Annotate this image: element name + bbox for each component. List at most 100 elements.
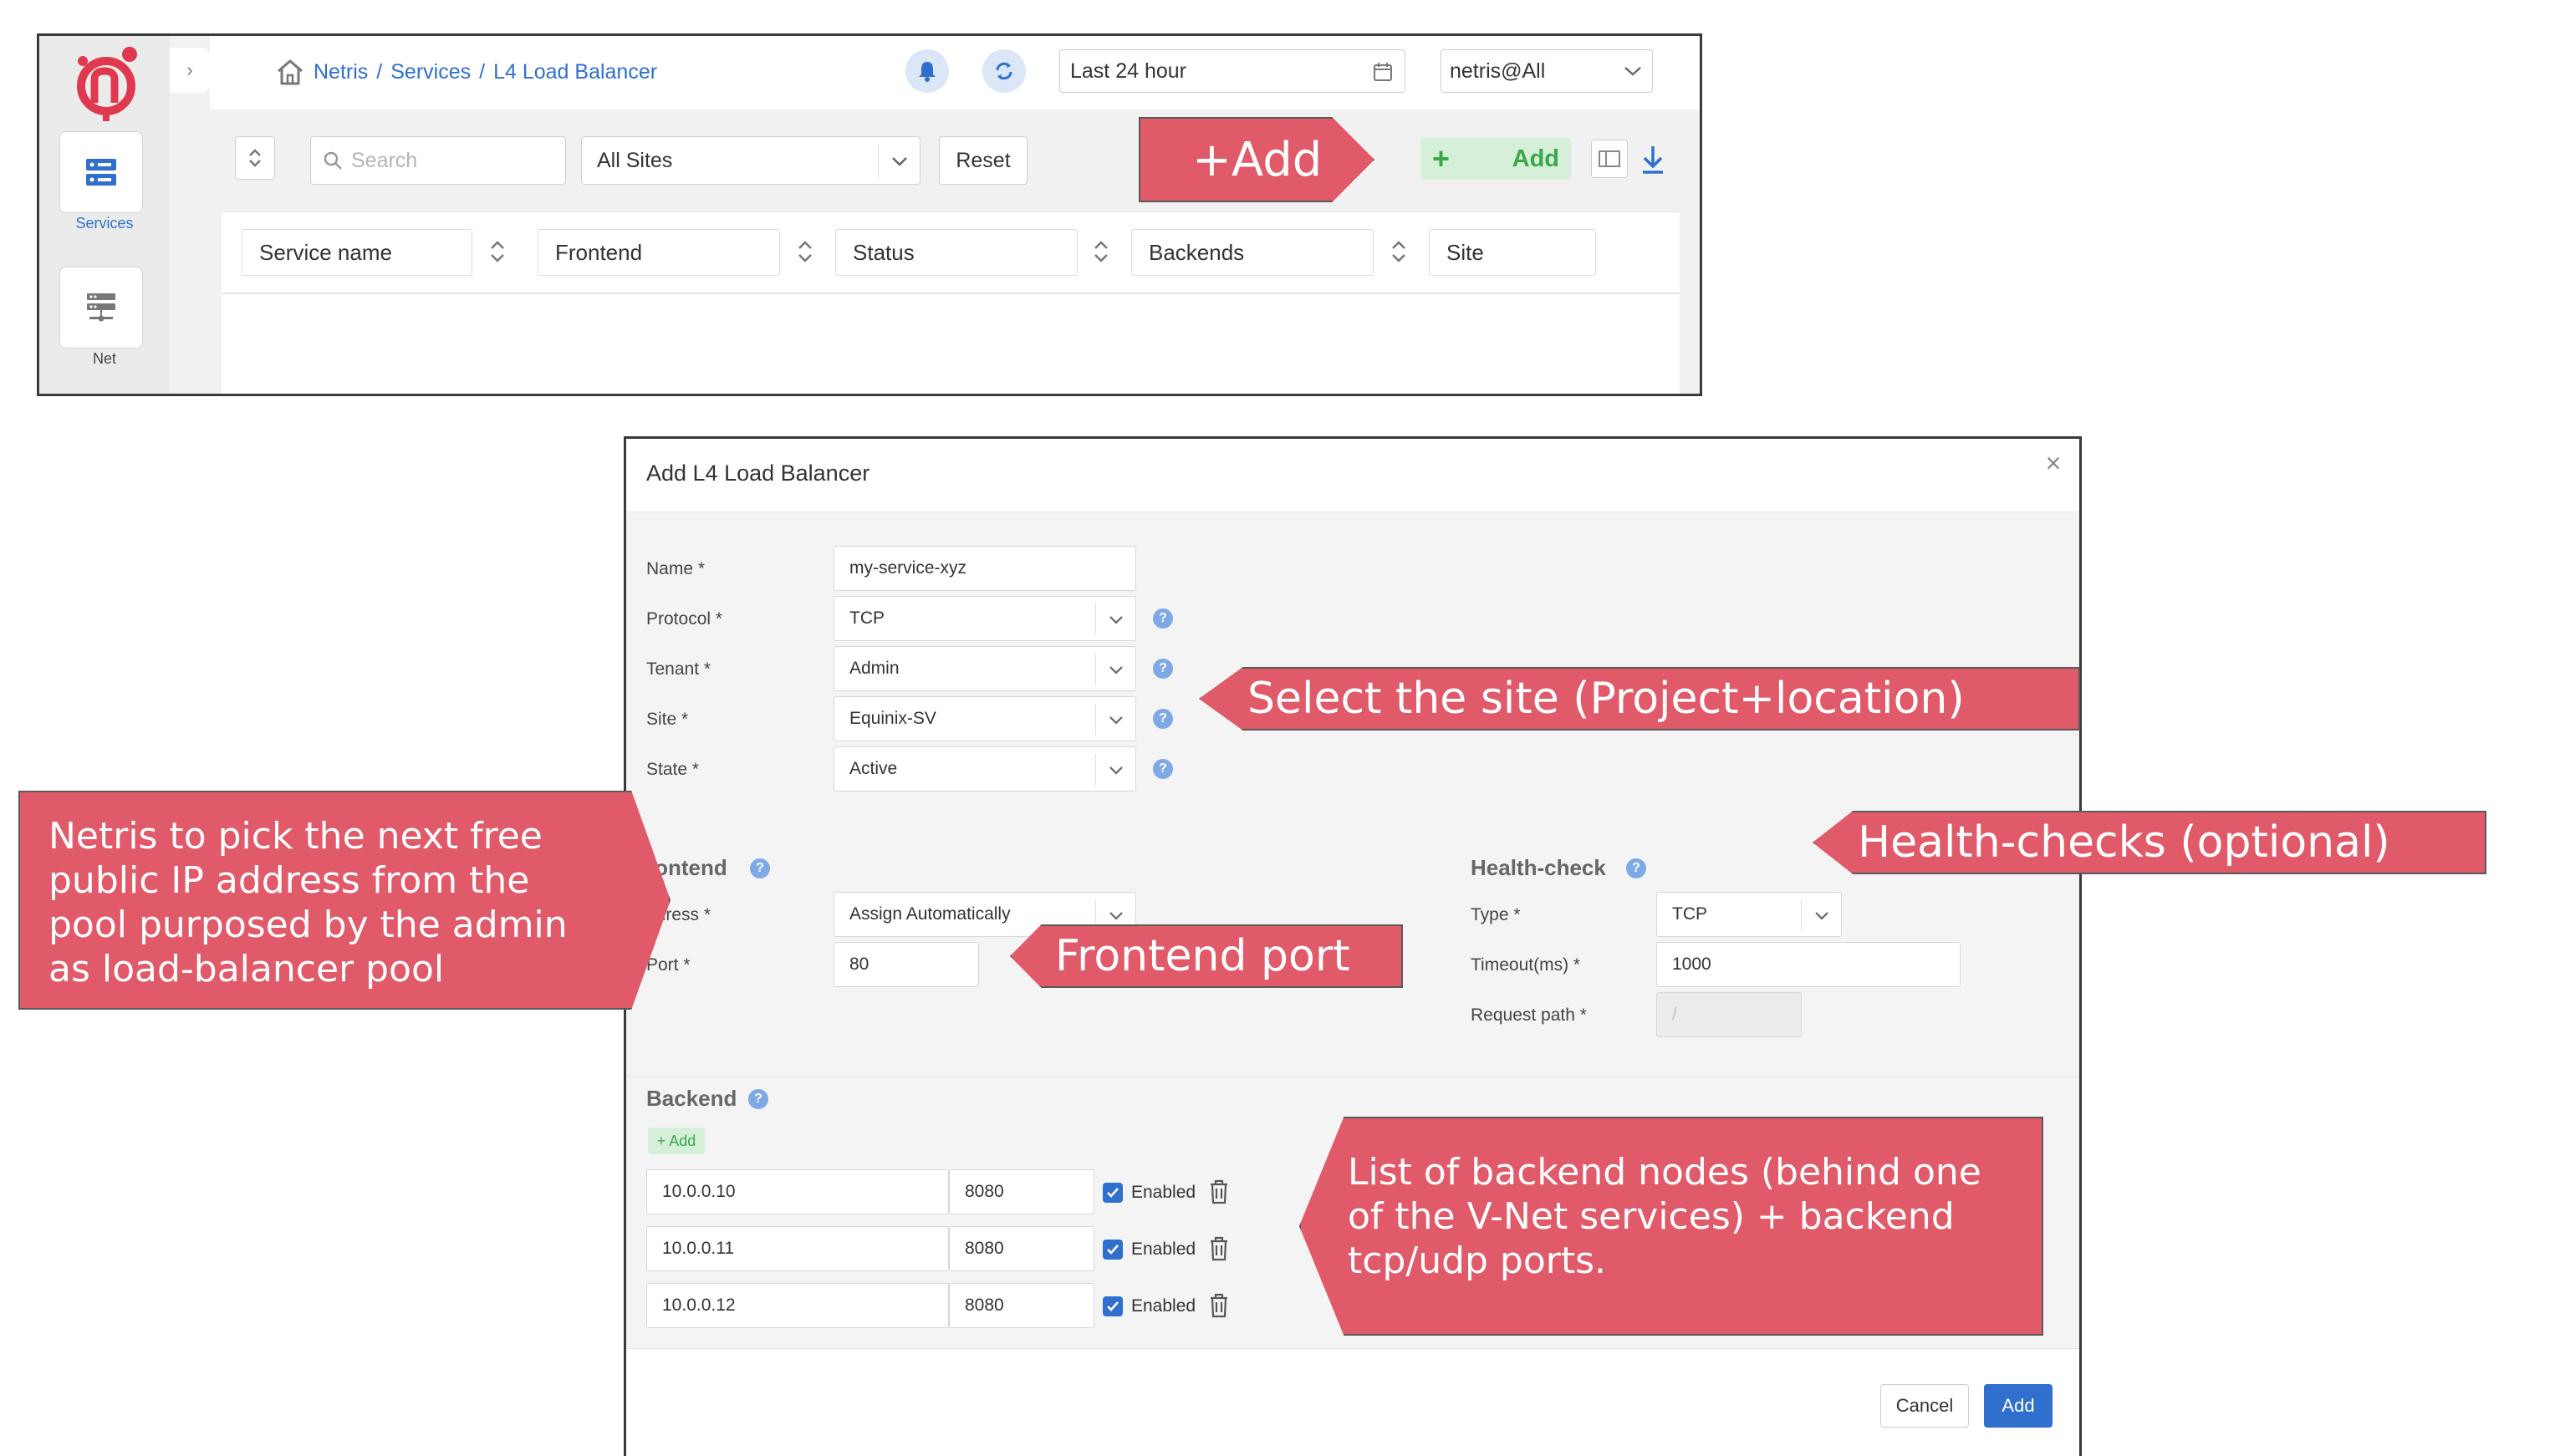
help-icon[interactable]: ? [1153,659,1173,679]
notifications-button[interactable] [905,49,949,93]
sidebar-toggle-button[interactable]: › [170,48,210,93]
health-timeout-label: Timeout(ms) * [1471,955,1581,975]
columns-toggle-button[interactable] [1591,140,1628,178]
modal-title: Add L4 Load Balancer [646,461,870,486]
tenant-value: Admin [849,659,900,678]
sort-icon[interactable] [1091,237,1111,266]
help-icon[interactable]: ? [1153,759,1173,779]
column-header-service-name[interactable]: Service name [242,229,472,276]
check-icon [1107,1301,1119,1311]
tenant-select[interactable]: Admin [834,646,1136,691]
add-service-button[interactable]: + Add [1420,138,1571,180]
help-icon[interactable]: ? [748,1089,768,1109]
site-select[interactable]: Equinix-SV [834,696,1136,741]
trash-icon[interactable] [1208,1236,1230,1261]
nav-services-label: Services [75,215,134,232]
expand-rows-button[interactable] [235,136,275,180]
check-icon [1107,1245,1119,1255]
callout-ip-pool: Netris to pick the next free public IP a… [18,791,671,1010]
trash-icon[interactable] [1208,1179,1230,1204]
backend-enabled-label: Enabled [1131,1240,1196,1259]
cancel-button[interactable]: Cancel [1880,1384,1969,1428]
health-timeout-input[interactable]: 1000 [1656,942,1961,987]
nav-services-button[interactable] [59,131,143,213]
health-type-value: TCP [1672,904,1707,924]
chevron-down-icon [1095,754,1135,786]
breadcrumb: Netris / Services / L4 Load Balancer [275,56,657,88]
column-header-site[interactable]: Site [1429,229,1596,276]
site-value: Equinix-SV [849,709,936,728]
chevron-down-icon [1095,603,1135,635]
protocol-value: TCP [849,608,885,628]
help-icon[interactable]: ? [1153,608,1173,629]
chevron-down-icon [1801,899,1841,931]
refresh-button[interactable] [982,49,1026,93]
breadcrumb-netris[interactable]: Netris [314,60,368,84]
backend-ip-input[interactable]: 10.0.0.12 [646,1283,949,1328]
help-icon[interactable]: ? [1153,709,1173,729]
plus-icon: + [1432,141,1451,176]
add-backend-button[interactable]: + Add [648,1128,705,1154]
time-range-picker[interactable]: Last 24 hour [1059,49,1405,93]
health-request-path-label: Request path * [1471,1005,1587,1025]
state-select[interactable]: Active [834,746,1136,792]
backend-ip-input[interactable]: 10.0.0.10 [646,1169,949,1214]
backend-ip-input[interactable]: 10.0.0.11 [646,1226,949,1271]
sort-icon[interactable] [1389,237,1409,266]
breadcrumb-services[interactable]: Services [390,60,471,84]
protocol-select[interactable]: TCP [834,596,1136,641]
search-placeholder: Search [351,148,418,172]
expand-collapse-icon [249,149,261,167]
close-icon[interactable]: × [2039,448,2068,478]
site-filter-value: All Sites [597,148,673,172]
account-select[interactable]: netris@All [1441,49,1653,93]
account-value: netris@All [1450,59,1546,83]
chevron-right-icon: › [186,59,193,80]
search-input[interactable]: Search [310,136,566,185]
health-type-select[interactable]: TCP [1656,892,1842,937]
sort-icon[interactable] [795,237,815,266]
callout-frontend-port: Frontend port [1010,924,1403,988]
trash-icon[interactable] [1208,1293,1230,1318]
refresh-icon [996,62,1012,80]
reset-button[interactable]: Reset [939,136,1028,185]
services-list-screen: Services Net › Netris / Services / L4 Lo… [37,33,1702,396]
submit-add-button[interactable]: Add [1984,1384,2053,1428]
breadcrumb-separator: / [479,59,486,84]
backend-enabled-checkbox[interactable] [1103,1183,1123,1203]
check-icon [1107,1188,1119,1198]
sort-icon[interactable] [487,237,507,266]
name-input[interactable]: my-service-xyz [834,546,1136,591]
network-icon [87,293,115,322]
frontend-port-input[interactable]: 80 [834,942,979,987]
column-header-backends[interactable]: Backends [1131,229,1374,276]
help-icon[interactable]: ? [750,858,770,878]
backend-port-input[interactable]: 8080 [949,1283,1094,1328]
columns-icon [1599,150,1620,167]
download-icon[interactable] [1640,143,1666,176]
nav-net-button[interactable] [59,267,143,349]
site-filter-select[interactable]: All Sites [581,136,920,185]
backend-enabled-checkbox[interactable] [1103,1240,1123,1260]
health-check-section-title: Health-check [1471,855,1606,880]
time-range-value: Last 24 hour [1070,59,1186,83]
breadcrumb-current: L4 Load Balancer [493,59,658,84]
backend-port-input[interactable]: 8080 [949,1226,1094,1271]
state-value: Active [849,759,898,778]
modal-header: Add L4 Load Balancer × [626,439,2079,512]
callout-add: +Add [1139,117,1374,202]
callout-backend-nodes: List of backend nodes (behind one of the… [1299,1117,2043,1336]
site-filter-chevron [878,144,920,179]
backend-enabled-label: Enabled [1131,1183,1196,1202]
help-icon[interactable]: ? [1626,858,1646,878]
backend-enabled-checkbox[interactable] [1103,1296,1123,1316]
chevron-down-icon [1095,704,1135,736]
backend-port-input[interactable]: 8080 [949,1169,1094,1214]
callout-health-checks: Health-checks (optional) [1813,811,2486,874]
search-icon [324,151,342,170]
column-header-frontend[interactable]: Frontend [538,229,780,276]
column-header-status[interactable]: Status [835,229,1078,276]
health-type-label: Type * [1471,905,1521,924]
home-icon[interactable] [275,58,305,86]
health-request-path-input[interactable]: / [1656,992,1802,1037]
